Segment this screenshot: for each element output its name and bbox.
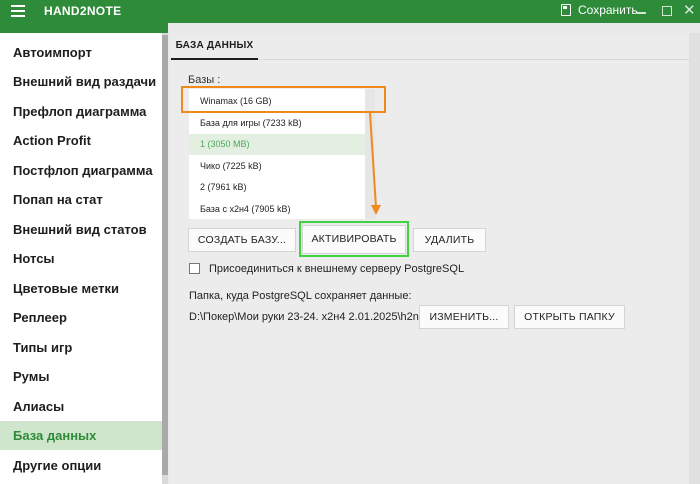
sidebar-item-stat-popup[interactable]: Попап на стат <box>0 185 162 214</box>
app-title: HAND2NOTE <box>44 4 122 18</box>
database-item[interactable]: Чико (7225 kB) <box>189 156 365 177</box>
sidebar-item-other-options[interactable]: Другие опции <box>0 451 162 480</box>
sidebar-item-aliases[interactable]: Алиасы <box>0 392 162 421</box>
database-item[interactable]: База с х2н4 (7905 kB) <box>189 199 365 220</box>
sidebar-item-preflop-chart[interactable]: Префлоп диаграмма <box>0 97 162 126</box>
database-list: Winamax (16 GB) База для игры (7233 kB) … <box>189 89 365 219</box>
sidebar-item-action-profit[interactable]: Action Profit <box>0 126 162 155</box>
data-folder-path: D:\Покер\Мои руки 23-24. х2н4 2.01.2025\… <box>189 311 432 323</box>
settings-sidebar: Автоимпорт Внешний вид раздачи Префлоп д… <box>0 33 162 484</box>
sidebar-item-postflop-chart[interactable]: Постфлоп диаграмма <box>0 156 162 185</box>
sidebar-item-color-marks[interactable]: Цветовые метки <box>0 274 162 303</box>
save-icon <box>561 4 571 16</box>
save-button-label: Сохранить <box>578 3 638 17</box>
create-database-button[interactable]: СОЗДАТЬ БАЗУ... <box>188 228 296 252</box>
menu-icon[interactable] <box>11 5 25 17</box>
sidebar-scrollbar-thumb[interactable] <box>162 35 168 475</box>
sidebar-item-rooms[interactable]: Румы <box>0 362 162 391</box>
database-item[interactable]: База для игры (7233 kB) <box>189 113 365 134</box>
maximize-icon[interactable] <box>662 6 672 16</box>
database-item[interactable]: Winamax (16 GB) <box>189 91 365 112</box>
external-server-label: Присоединиться к внешнему серверу Postgr… <box>209 263 465 275</box>
database-list-scrollbar[interactable] <box>365 89 375 219</box>
panel-scrollbar[interactable] <box>689 33 700 484</box>
open-folder-button[interactable]: ОТКРЫТЬ ПАПКУ <box>514 305 625 329</box>
sidebar-item-notes[interactable]: Нотсы <box>0 244 162 273</box>
databases-label: Базы : <box>188 74 221 86</box>
database-item-selected[interactable]: 1 (3050 MB) <box>189 134 365 155</box>
activate-button[interactable]: АКТИВИРОВАТЬ <box>302 225 406 254</box>
sidebar-item-hand-view[interactable]: Внешний вид раздачи <box>0 67 162 96</box>
minimize-icon[interactable] <box>637 12 646 14</box>
change-folder-button[interactable]: ИЗМЕНИТЬ... <box>419 305 509 329</box>
tab-database[interactable]: БАЗА ДАННЫХ <box>171 33 258 60</box>
sidebar-item-autoimport[interactable]: Автоимпорт <box>0 38 162 67</box>
sidebar-item-database[interactable]: База данных <box>0 421 162 450</box>
sidebar-item-game-types[interactable]: Типы игр <box>0 333 162 362</box>
delete-button[interactable]: УДАЛИТЬ <box>413 228 486 252</box>
sidebar-item-replayer[interactable]: Реплеер <box>0 303 162 332</box>
data-folder-label: Папка, куда PostgreSQL сохраняет данные: <box>189 290 412 302</box>
title-bar: HAND2NOTE Сохранить ✕ <box>0 0 700 23</box>
database-item[interactable]: 2 (7961 kB) <box>189 177 365 198</box>
title-bar-strip <box>0 23 168 33</box>
save-button[interactable]: Сохранить <box>561 3 638 17</box>
sidebar-item-stats-view[interactable]: Внешний вид статов <box>0 215 162 244</box>
close-icon[interactable]: ✕ <box>683 2 696 20</box>
external-server-checkbox[interactable] <box>189 263 200 274</box>
